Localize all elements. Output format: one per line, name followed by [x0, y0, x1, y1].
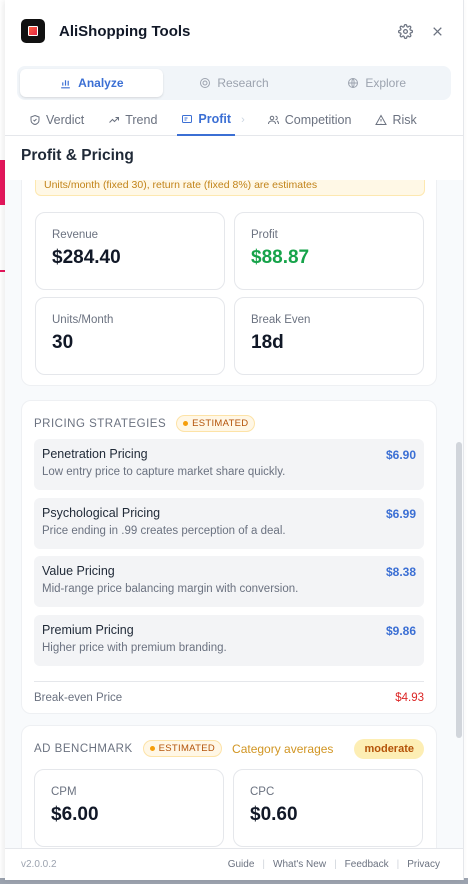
- strategy-name: Psychological Pricing: [42, 506, 161, 520]
- mode-tabs: Analyze Research Explore: [17, 66, 451, 100]
- cpm-metric: CPM $6.00: [34, 769, 224, 847]
- tab-trend[interactable]: Trend: [104, 104, 161, 136]
- break-even-label: Break-even Price: [34, 691, 123, 704]
- users-icon: [267, 115, 279, 124]
- metric-label: Break Even: [251, 314, 311, 326]
- trending-up-icon: [109, 116, 120, 123]
- strategy-price: $9.86: [385, 624, 416, 638]
- feedback-link[interactable]: Feedback: [337, 859, 397, 870]
- mode-tab-explore[interactable]: Explore: [305, 69, 448, 97]
- category-averages-label: Category averages: [232, 741, 334, 756]
- metric-value: $6.00: [51, 804, 99, 825]
- metric-value: 30: [52, 332, 74, 353]
- profit-summary-card: Units/month (fixed 30), return rate (fix…: [21, 180, 437, 386]
- break-even-price-row: Break-even Price $4.93: [34, 681, 424, 713]
- mode-tab-label: Research: [217, 76, 269, 90]
- strategy-price: $6.90: [385, 448, 416, 462]
- strategy-name: Value Pricing: [42, 564, 115, 578]
- strategy-price: $8.38: [385, 565, 416, 579]
- panel-footer: v2.0.0.2 Guide | What's New | Feedback |…: [5, 848, 463, 880]
- metric-label: Revenue: [52, 229, 99, 241]
- target-icon: [200, 78, 211, 88]
- tab-profit[interactable]: Profit: [177, 104, 236, 136]
- bar-chart-icon: [61, 79, 70, 88]
- estimated-badge: ESTIMATED: [142, 740, 223, 757]
- scrollbar-thumb[interactable]: [456, 442, 462, 738]
- strategy-price: $6.99: [385, 507, 416, 521]
- badge-label: ESTIMATED: [158, 743, 216, 754]
- receipt-icon: [182, 114, 193, 123]
- tab-label: Profit: [198, 111, 232, 126]
- warning-icon: [375, 113, 388, 125]
- guide-link[interactable]: Guide: [220, 859, 263, 870]
- tab-label: Trend: [125, 112, 158, 127]
- app-logo: [21, 19, 45, 43]
- units-metric: Units/Month 30: [35, 297, 225, 375]
- panel-header: AliShopping Tools: [5, 0, 463, 62]
- tab-verdict[interactable]: Verdict: [25, 104, 88, 136]
- metric-label: CPC: [250, 786, 275, 798]
- content-scroll-area[interactable]: Units/month (fixed 30), return rate (fix…: [5, 180, 463, 848]
- mode-tab-label: Explore: [365, 76, 407, 90]
- revenue-metric: Revenue $284.40: [35, 212, 225, 290]
- metric-value: $88.87: [251, 247, 310, 268]
- chevron-right-icon: ›: [241, 113, 245, 126]
- strategy-name: Premium Pricing: [42, 623, 134, 637]
- tab-label: Competition: [284, 112, 352, 127]
- privacy-link[interactable]: Privacy: [399, 859, 448, 870]
- metric-value: 18d: [251, 332, 284, 353]
- break-even-metric: Break Even 18d: [234, 297, 424, 375]
- estimated-badge: ESTIMATED: [176, 415, 256, 432]
- metric-value: $284.40: [52, 247, 121, 268]
- pricing-header: PRICING STRATEGIES ESTIMATED: [34, 415, 256, 432]
- metric-label: Profit: [251, 229, 278, 241]
- close-icon[interactable]: [426, 20, 448, 42]
- ad-benchmark-card: AD BENCHMARK ESTIMATED Category averages…: [21, 725, 437, 848]
- extension-panel: AliShopping Tools Analyze Research Explo…: [5, 0, 464, 880]
- shield-check-icon: [30, 114, 40, 125]
- strategy-desc: Low entry price to capture market share …: [42, 466, 286, 478]
- estimate-note: Units/month (fixed 30), return rate (fix…: [35, 180, 425, 196]
- mode-tab-label: Analyze: [78, 76, 124, 90]
- tab-label: Verdict: [46, 112, 85, 127]
- strategy-desc: Mid-range price balancing margin with co…: [42, 583, 299, 595]
- strategy-name: Penetration Pricing: [42, 447, 148, 461]
- version-label: v2.0.0.2: [21, 859, 57, 870]
- section-title: Profit & Pricing: [21, 147, 134, 164]
- pricing-strategies-card: PRICING STRATEGIES ESTIMATED Penetration…: [21, 400, 437, 714]
- whats-new-link[interactable]: What's New: [265, 859, 334, 870]
- mode-tab-analyze[interactable]: Analyze: [20, 69, 163, 97]
- strategy-desc: Price ending in .99 creates perception o…: [42, 525, 286, 537]
- pricing-title: PRICING STRATEGIES: [34, 417, 167, 430]
- strategy-item[interactable]: Penetration Pricing Low entry price to c…: [34, 439, 424, 490]
- metric-value: $0.60: [250, 804, 298, 825]
- break-even-value: $4.93: [395, 691, 424, 704]
- cpc-metric: CPC $0.60: [233, 769, 423, 847]
- metric-label: Units/Month: [52, 314, 114, 326]
- competition-level-badge: moderate: [354, 739, 424, 759]
- sub-tabs: Verdict Trend Profit › Competition Risk: [5, 104, 463, 136]
- strategy-desc: Higher price with premium branding.: [42, 642, 227, 654]
- ad-benchmark-title: AD BENCHMARK: [34, 742, 133, 755]
- mode-tab-research[interactable]: Research: [163, 69, 306, 97]
- app-title: AliShopping Tools: [59, 22, 191, 40]
- gear-icon[interactable]: [394, 20, 416, 42]
- metric-label: CPM: [51, 786, 77, 798]
- tab-label: Risk: [392, 112, 417, 127]
- ad-benchmark-header: AD BENCHMARK ESTIMATED Category averages: [34, 740, 333, 757]
- globe-icon: [348, 78, 359, 88]
- tab-competition[interactable]: Competition: [263, 104, 356, 136]
- strategy-item[interactable]: Premium Pricing Higher price with premiu…: [34, 615, 424, 666]
- strategy-item[interactable]: Value Pricing Mid-range price balancing …: [34, 556, 424, 607]
- strategy-item[interactable]: Psychological Pricing Price ending in .9…: [34, 498, 424, 549]
- tab-risk[interactable]: Risk: [371, 104, 420, 136]
- profit-metric: Profit $88.87: [234, 212, 424, 290]
- badge-label: ESTIMATED: [192, 418, 249, 429]
